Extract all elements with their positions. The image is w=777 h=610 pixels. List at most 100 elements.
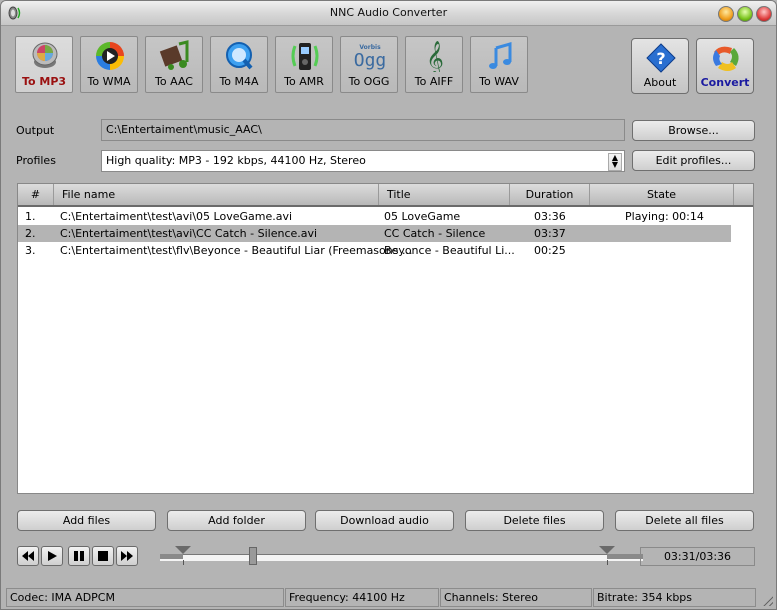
title-bar[interactable]: NNC Audio Converter — [1, 1, 776, 26]
time-display: 03:31/03:36 — [640, 547, 755, 566]
to-m4a-label: To M4A — [219, 75, 259, 88]
row-duration: 00:25 — [534, 244, 566, 257]
row-number: 1. — [25, 210, 36, 223]
rewind-button[interactable] — [17, 546, 39, 566]
mobile-phone-icon — [291, 43, 319, 70]
file-list-rows: 1. C:\Entertaiment\test\avi\05 LoveGame.… — [18, 208, 753, 259]
windows-media-icon — [96, 42, 124, 70]
maximize-button[interactable] — [737, 6, 753, 22]
pause-icon — [74, 551, 84, 561]
to-ogg-button[interactable]: Vorbis Ogg To OGG — [340, 36, 398, 93]
resize-grip-icon[interactable] — [761, 594, 773, 606]
row-title: Beyonce - Beautiful Li... — [384, 244, 515, 257]
playback-slider-track[interactable] — [160, 554, 643, 561]
fast-forward-icon — [121, 551, 133, 561]
row-title: 05 LoveGame — [384, 210, 461, 223]
svg-text:?: ? — [656, 49, 665, 68]
profiles-label: Profiles — [16, 154, 56, 167]
status-frequency: Frequency: 44100 Hz — [285, 588, 439, 607]
window-title: NNC Audio Converter — [329, 6, 448, 19]
to-aiff-label: To AIFF — [414, 75, 454, 88]
row-file-name: C:\Entertaiment\test\avi\05 LoveGame.avi — [60, 210, 293, 223]
quicktime-icon — [226, 42, 253, 70]
download-audio-button[interactable]: Download audio — [315, 510, 454, 531]
column-duration[interactable]: Duration — [510, 184, 590, 205]
column-state[interactable]: State — [590, 184, 734, 205]
to-amr-button[interactable]: To AMR — [275, 36, 333, 93]
select-spinner-icon[interactable]: ▲ ▼ — [608, 153, 622, 171]
to-aac-label: To AAC — [155, 75, 193, 88]
profile-select-value: High quality: MP3 - 192 kbps, 44100 Hz, … — [106, 154, 366, 167]
fast-forward-button[interactable] — [116, 546, 138, 566]
playback-slider-thumb[interactable] — [249, 547, 257, 565]
table-row-selected[interactable]: 2. C:\Entertaiment\test\avi\CC Catch - S… — [18, 225, 731, 242]
close-button[interactable] — [756, 6, 772, 22]
row-state: Playing: 00:14 — [625, 210, 704, 223]
add-folder-button[interactable]: Add folder — [167, 510, 306, 531]
ogg-vorbis-icon: Vorbis Ogg — [354, 44, 386, 71]
profile-select[interactable]: High quality: MP3 - 192 kbps, 44100 Hz, … — [101, 150, 625, 172]
start-tick — [183, 560, 184, 565]
about-label: About — [643, 76, 677, 89]
about-button[interactable]: ? About — [631, 38, 689, 94]
stop-icon — [98, 551, 108, 561]
output-path-field[interactable]: C:\Entertaiment\music_AAC\ — [101, 119, 625, 141]
film-music-icon — [159, 40, 189, 70]
table-row[interactable]: 1. C:\Entertaiment\test\avi\05 LoveGame.… — [18, 208, 753, 225]
edit-profiles-button[interactable]: Edit profiles... — [632, 150, 755, 171]
to-ogg-label: To OGG — [348, 75, 390, 88]
svg-text:𝄞: 𝄞 — [426, 41, 444, 72]
add-files-button[interactable]: Add files — [17, 510, 156, 531]
row-title: CC Catch - Silence — [384, 227, 486, 240]
to-wma-button[interactable]: To WMA — [80, 36, 138, 93]
browse-button[interactable]: Browse... — [632, 120, 755, 141]
minimize-button[interactable] — [718, 6, 734, 22]
stop-button[interactable] — [92, 546, 114, 566]
mp3-speaker-icon — [32, 42, 58, 68]
help-diamond-icon: ? — [646, 43, 676, 73]
to-mp3-label: To MP3 — [21, 75, 67, 88]
play-icon — [48, 551, 57, 561]
end-marker-icon[interactable] — [599, 546, 615, 554]
status-channels: Channels: Stereo — [440, 588, 592, 607]
row-number: 2. — [25, 227, 36, 240]
main-window: NNC Audio Converter To MP3 To WMA To AAC… — [0, 0, 777, 610]
music-note-icon — [489, 42, 512, 69]
to-wma-label: To WMA — [87, 75, 131, 88]
end-tick — [607, 560, 608, 565]
to-wav-button[interactable]: To WAV — [470, 36, 528, 93]
rewind-icon — [22, 551, 34, 561]
status-bitrate: Bitrate: 354 kbps — [593, 588, 756, 607]
row-number: 3. — [25, 244, 36, 257]
to-aac-button[interactable]: To AAC — [145, 36, 203, 93]
slider-left-region — [160, 554, 183, 559]
file-list[interactable]: # File name Title Duration State 1. C:\E… — [17, 183, 754, 494]
slider-right-region — [607, 554, 643, 559]
start-marker-icon[interactable] — [175, 546, 191, 554]
column-number[interactable]: # — [18, 184, 54, 205]
to-m4a-button[interactable]: To M4A — [210, 36, 268, 93]
column-spacer — [734, 184, 754, 205]
to-aiff-button[interactable]: 𝄞 To AIFF — [405, 36, 463, 93]
output-label: Output — [16, 124, 55, 137]
convert-button[interactable]: Convert — [696, 38, 754, 94]
pause-button[interactable] — [68, 546, 90, 566]
status-codec: Codec: IMA ADPCM — [6, 588, 284, 607]
convert-label: Convert — [700, 76, 750, 89]
table-row[interactable]: 3. C:\Entertaiment\test\flv\Beyonce - Be… — [18, 242, 753, 259]
to-amr-label: To AMR — [284, 75, 324, 88]
delete-all-files-button[interactable]: Delete all files — [615, 510, 754, 531]
convert-swirl-icon — [713, 46, 739, 71]
row-duration: 03:36 — [534, 210, 566, 223]
svg-text:Ogg: Ogg — [354, 50, 386, 71]
to-mp3-button[interactable]: To MP3 — [15, 36, 73, 93]
file-list-header: # File name Title Duration State — [18, 184, 753, 207]
row-file-name: C:\Entertaiment\test\avi\CC Catch - Sile… — [60, 227, 318, 240]
column-file-name[interactable]: File name — [54, 184, 379, 205]
play-button[interactable] — [41, 546, 63, 566]
column-title[interactable]: Title — [379, 184, 510, 205]
to-wav-label: To WAV — [479, 75, 519, 88]
delete-files-button[interactable]: Delete files — [465, 510, 604, 531]
treble-clef-icon: 𝄞 — [426, 41, 444, 72]
row-file-name: C:\Entertaiment\test\flv\Beyonce - Beaut… — [60, 244, 413, 257]
